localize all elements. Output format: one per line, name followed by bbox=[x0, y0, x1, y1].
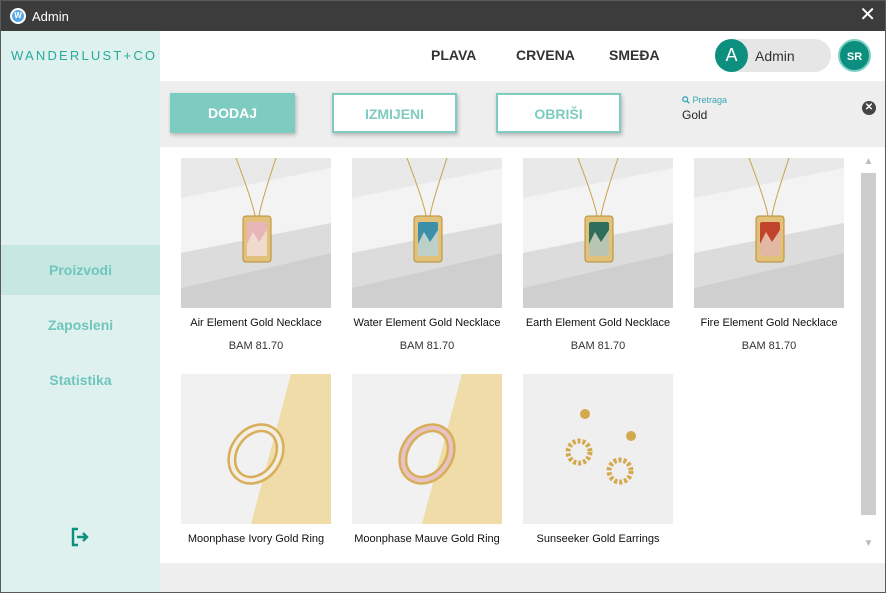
nav-link-smeda[interactable]: SMEĐA bbox=[609, 47, 660, 63]
nav-link-crvena[interactable]: CRVENA bbox=[516, 47, 575, 63]
add-button[interactable]: DODAJ bbox=[170, 93, 295, 133]
product-card[interactable]: Earth Element Gold Necklace BAM 81.70 bbox=[523, 158, 673, 352]
edit-button[interactable]: IZMIJENI bbox=[332, 93, 457, 133]
product-card[interactable]: Moonphase Ivory Gold Ring bbox=[181, 374, 331, 545]
product-price: BAM 81.70 bbox=[570, 340, 626, 352]
product-image bbox=[352, 374, 502, 524]
sidebar-item-statistika[interactable]: Statistika bbox=[1, 355, 160, 405]
product-name: Air Element Gold Necklace bbox=[190, 317, 322, 329]
sidebar-item-proizvodi[interactable]: Proizvodi bbox=[1, 245, 160, 295]
language-button[interactable]: SR bbox=[838, 39, 871, 72]
window-title: Admin bbox=[32, 9, 69, 24]
product-image bbox=[523, 374, 673, 524]
product-price: BAM 81.70 bbox=[741, 340, 797, 352]
product-card[interactable]: Fire Element Gold Necklace BAM 81.70 bbox=[694, 158, 844, 352]
nav-link-plava[interactable]: PLAVA bbox=[431, 47, 476, 63]
product-card[interactable]: Water Element Gold Necklace BAM 81.70 bbox=[352, 158, 502, 352]
product-card[interactable]: Sunseeker Gold Earrings bbox=[523, 374, 673, 545]
search-label: Pretraga bbox=[682, 95, 727, 105]
product-card[interactable]: Moonphase Mauve Gold Ring bbox=[352, 374, 502, 545]
scroll-up-icon[interactable]: ▲ bbox=[861, 155, 876, 169]
scrollbar-thumb[interactable] bbox=[861, 173, 876, 515]
avatar: A bbox=[715, 39, 748, 72]
product-price: BAM 81.70 bbox=[399, 340, 455, 352]
scroll-down-icon[interactable]: ▼ bbox=[861, 537, 876, 551]
brand-logo: WANDERLUST+CO bbox=[11, 48, 158, 63]
product-name: Moonphase Mauve Gold Ring bbox=[354, 533, 500, 545]
logout-icon[interactable] bbox=[69, 526, 91, 548]
product-name: Sunseeker Gold Earrings bbox=[536, 533, 660, 545]
product-image bbox=[694, 158, 844, 308]
product-grid: Air Element Gold Necklace BAM 81.70 Water … bbox=[160, 147, 885, 563]
app-icon: W bbox=[10, 8, 26, 24]
product-name: Earth Element Gold Necklace bbox=[525, 317, 671, 329]
search-label-text: Pretraga bbox=[692, 95, 728, 105]
user-menu[interactable]: A Admin bbox=[715, 39, 831, 72]
product-name: Water Element Gold Necklace bbox=[353, 317, 501, 329]
footer-strip bbox=[160, 563, 885, 592]
product-image bbox=[523, 158, 673, 308]
product-name: Moonphase Ivory Gold Ring bbox=[187, 533, 325, 545]
product-image bbox=[352, 158, 502, 308]
title-bar: W Admin ✕ bbox=[1, 1, 885, 31]
sidebar: WANDERLUST+CO Proizvodi Zaposleni Statis… bbox=[1, 31, 160, 592]
sidebar-item-zaposleni[interactable]: Zaposleni bbox=[1, 300, 160, 350]
delete-button[interactable]: OBRIŠI bbox=[496, 93, 621, 133]
top-navigation: PLAVA CRVENA SMEĐA A Admin SR bbox=[160, 31, 885, 81]
app-window: W Admin ✕ WANDERLUST+CO Proizvodi Zaposl… bbox=[0, 0, 886, 593]
product-image bbox=[181, 158, 331, 308]
search-input[interactable] bbox=[682, 107, 852, 123]
search-icon bbox=[682, 96, 690, 104]
toolbar: DODAJ IZMIJENI OBRIŠI Pretraga ✕ bbox=[160, 81, 885, 147]
product-name: Fire Element Gold Necklace bbox=[700, 317, 838, 329]
product-price: BAM 81.70 bbox=[228, 340, 284, 352]
product-card[interactable]: Air Element Gold Necklace BAM 81.70 bbox=[181, 158, 331, 352]
clear-search-icon[interactable]: ✕ bbox=[862, 101, 876, 115]
product-image bbox=[181, 374, 331, 524]
close-icon[interactable]: ✕ bbox=[859, 5, 876, 25]
user-name: Admin bbox=[755, 48, 795, 64]
scrollbar[interactable]: ▲ ▼ bbox=[861, 155, 876, 551]
